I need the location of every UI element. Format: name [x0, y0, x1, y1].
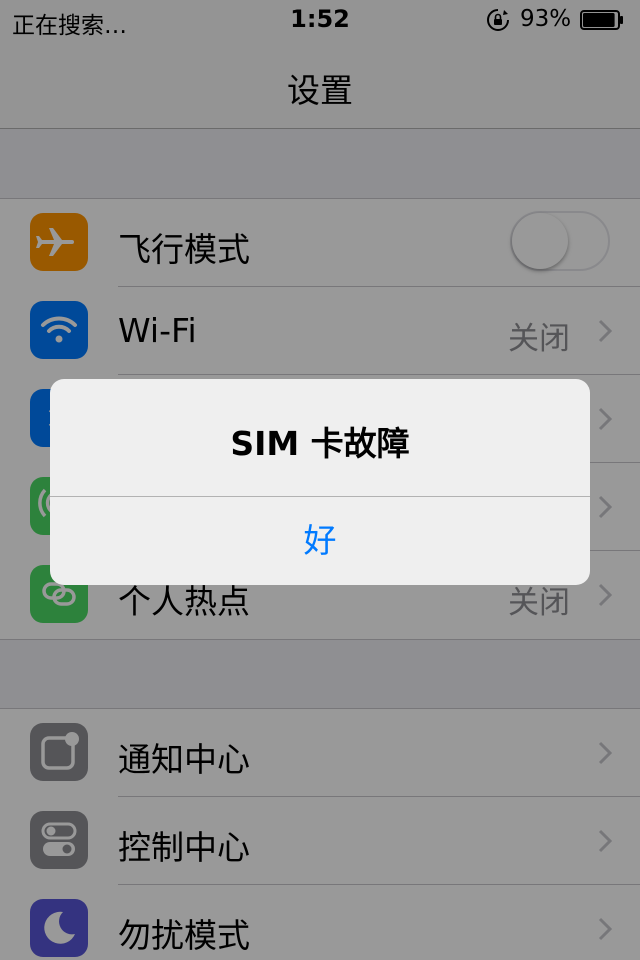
- alert-ok-button[interactable]: 好: [50, 497, 590, 585]
- alert-title: SIM 卡故障: [230, 424, 410, 463]
- sim-error-alert: SIM 卡故障 好: [50, 379, 590, 585]
- settings-screen: 正在搜索… 1:52 93% 设置 飞行模式 Wi-Fi 关闭 个人热点 关闭 …: [0, 0, 640, 960]
